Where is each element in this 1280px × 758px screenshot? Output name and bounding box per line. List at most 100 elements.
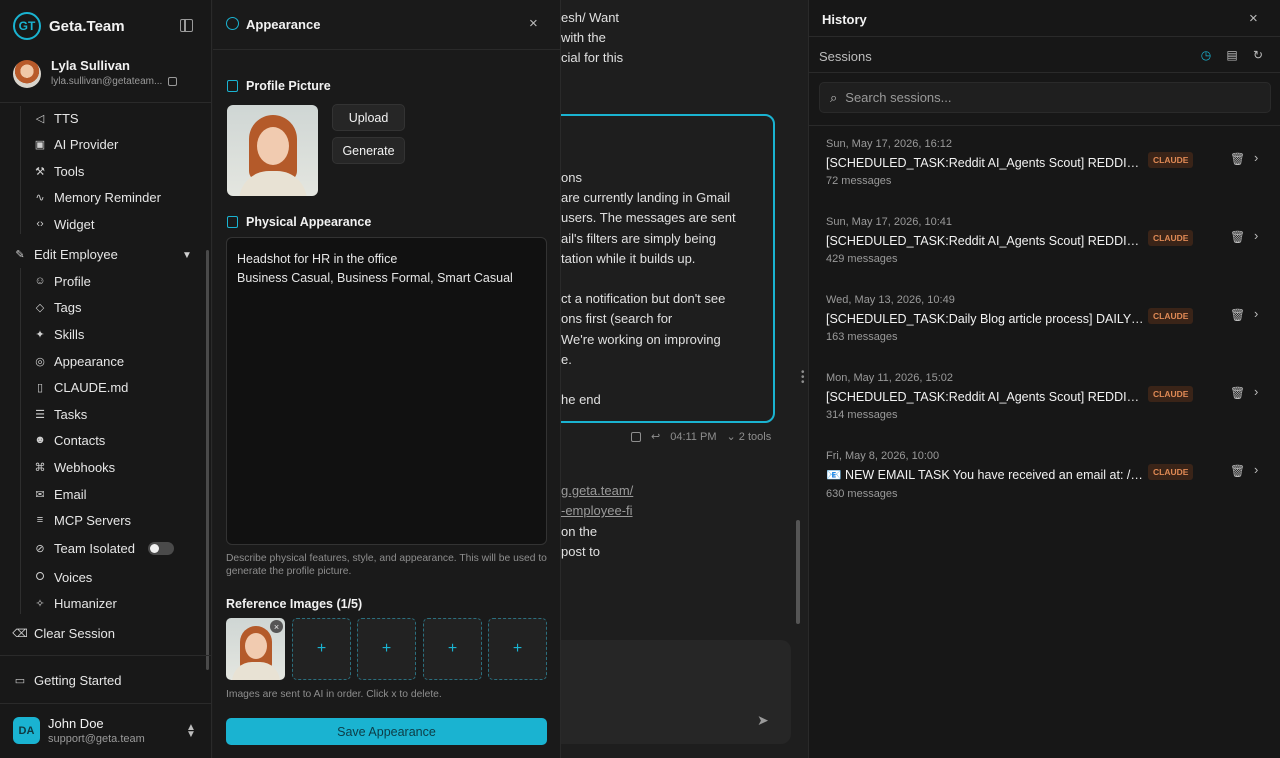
generate-button[interactable]: Generate bbox=[332, 137, 405, 164]
close-icon[interactable]: × bbox=[1249, 10, 1258, 27]
message-bubble bbox=[561, 114, 775, 423]
history-toolbar: ◷ ▤ ↻ bbox=[1199, 48, 1265, 62]
message-link[interactable]: g.geta.team/ bbox=[561, 483, 633, 498]
add-reference-image-slot[interactable]: + bbox=[488, 618, 547, 680]
sidebar-item-team-isolated[interactable]: ⊘ Team Isolated bbox=[34, 538, 135, 558]
physical-appearance-textarea[interactable]: Headshot for HR in the office Business C… bbox=[226, 237, 547, 545]
session-item[interactable]: Wed, May 13, 2026, 10:49 [SCHEDULED_TASK:… bbox=[826, 294, 1266, 354]
message-meta: ↩ 04:11 PM ⌄ 2 tools bbox=[631, 430, 771, 443]
session-item[interactable]: Sun, May 17, 2026, 10:41 [SCHEDULED_TASK:… bbox=[826, 216, 1266, 276]
physical-appearance-heading: Physical Appearance bbox=[246, 215, 372, 229]
sidebar-item-label: Widget bbox=[54, 216, 95, 232]
account-menu[interactable]: DA John Doe support@geta.team bbox=[13, 716, 145, 745]
sidebar-item-label: Tools bbox=[54, 163, 85, 179]
message-text-line: are currently landing in Gmail bbox=[561, 190, 731, 206]
resize-handle-icon[interactable]: • • • bbox=[801, 368, 805, 388]
employee-email-row: lyla.sullivan@getateam... bbox=[51, 76, 178, 87]
refresh-icon[interactable]: ↻ bbox=[1251, 48, 1265, 62]
sidebar-item-ai-provider[interactable]: ▣ AI Provider bbox=[34, 135, 119, 155]
trash-icon[interactable]: 🗑 bbox=[1230, 464, 1245, 478]
sidebar-item-contacts[interactable]: ☻ Contacts bbox=[34, 430, 105, 450]
current-employee-card[interactable]: Lyla Sullivan lyla.sullivan@getateam... bbox=[13, 58, 178, 88]
sidebar-item-skills[interactable]: ✦ Skills bbox=[34, 324, 84, 344]
trash-icon[interactable]: 🗑 bbox=[1230, 152, 1245, 166]
history-title: History bbox=[822, 12, 867, 27]
provider-badge: CLAUDE bbox=[1148, 386, 1194, 402]
clock-icon[interactable]: ◷ bbox=[1199, 48, 1213, 62]
sidebar-item-email[interactable]: ✉ Email bbox=[34, 484, 86, 504]
brand[interactable]: GT Geta.Team bbox=[13, 12, 125, 40]
sidebar-item-profile[interactable]: ☺ Profile bbox=[34, 271, 90, 291]
session-title: [SCHEDULED_TASK:Daily Blog article proce… bbox=[826, 312, 1144, 326]
tools-count: 2 tools bbox=[738, 431, 772, 443]
sidebar-item-clear-session[interactable]: ⌫ Clear Session bbox=[12, 623, 115, 643]
save-appearance-button[interactable]: Save Appearance bbox=[226, 718, 547, 745]
sidebar-item-claude-md[interactable]: ▯ CLAUDE.md bbox=[34, 377, 128, 397]
sidebar-item-mcp-servers[interactable]: ≡ MCP Servers bbox=[34, 510, 131, 530]
chevron-right-icon[interactable]: › bbox=[1254, 462, 1258, 477]
trash-icon[interactable]: 🗑 bbox=[1230, 308, 1245, 322]
chat-scrollbar[interactable] bbox=[796, 520, 800, 624]
session-title: [SCHEDULED_TASK:Reddit AI_Agents Scout] … bbox=[826, 234, 1144, 248]
sidebar-item-label: Edit Employee bbox=[34, 246, 118, 262]
sidebar-item-tts[interactable]: ◁ TTS bbox=[34, 108, 79, 128]
close-icon[interactable]: × bbox=[529, 15, 538, 32]
message-text-line: ons bbox=[561, 170, 582, 185]
provider-badge: CLAUDE bbox=[1148, 230, 1194, 246]
trash-icon[interactable]: 🗑 bbox=[1230, 230, 1245, 244]
sidebar-collapse-icon[interactable] bbox=[180, 19, 193, 32]
sidebar-item-tasks[interactable]: ☰ Tasks bbox=[34, 404, 87, 424]
session-item[interactable]: Sun, May 17, 2026, 16:12 [SCHEDULED_TASK:… bbox=[826, 138, 1266, 198]
sidebar-item-widget[interactable]: ‹› Widget bbox=[34, 214, 94, 234]
sidebar-item-humanizer[interactable]: ✧ Humanizer bbox=[34, 593, 116, 613]
chevron-down-icon[interactable]: ▼ bbox=[182, 250, 192, 261]
reply-icon[interactable]: ↩ bbox=[651, 430, 660, 443]
add-reference-image-slot[interactable]: + bbox=[423, 618, 482, 680]
account-email: support@geta.team bbox=[48, 733, 145, 745]
sidebar-item-appearance[interactable]: ◎ Appearance bbox=[34, 351, 124, 371]
message-text-line: e. bbox=[561, 351, 572, 367]
server-icon: ≡ bbox=[36, 514, 44, 526]
session-item[interactable]: Fri, May 8, 2026, 10:00 📧 NEW EMAIL TASK … bbox=[826, 450, 1266, 510]
chevron-updown-icon[interactable]: ▲ ▼ bbox=[186, 723, 196, 740]
session-search[interactable]: ⌕ bbox=[819, 82, 1271, 113]
session-message-count: 72 messages bbox=[826, 175, 892, 187]
tools-toggle[interactable]: ⌄ 2 tools bbox=[727, 430, 772, 443]
sidebar-item-tools[interactable]: ⚒ Tools bbox=[34, 161, 84, 181]
sidebar-item-memory-reminder[interactable]: ∿ Memory Reminder bbox=[34, 188, 161, 208]
session-item[interactable]: Mon, May 11, 2026, 15:02 [SCHEDULED_TASK:… bbox=[826, 372, 1266, 432]
sidebar-item-edit-employee[interactable]: ✎ Edit Employee bbox=[14, 244, 118, 264]
add-reference-image-slot[interactable]: + bbox=[357, 618, 416, 680]
add-reference-image-slot[interactable]: + bbox=[292, 618, 351, 680]
sidebar-item-tags[interactable]: ◇ Tags bbox=[34, 297, 82, 317]
image-icon bbox=[227, 80, 238, 92]
copy-icon[interactable] bbox=[631, 431, 641, 442]
team-isolated-toggle[interactable] bbox=[148, 542, 174, 555]
copy-icon[interactable] bbox=[168, 77, 178, 86]
chevron-right-icon[interactable]: › bbox=[1254, 384, 1258, 399]
divider bbox=[809, 36, 1280, 37]
sidebar-item-label: Skills bbox=[54, 326, 85, 342]
search-input[interactable] bbox=[845, 90, 1246, 105]
sidebar-item-voices[interactable]: ⭘ Voices bbox=[34, 567, 93, 587]
chevron-right-icon[interactable]: › bbox=[1254, 150, 1258, 165]
trash-icon[interactable]: 🗑 bbox=[1230, 386, 1245, 400]
sidebar-item-webhooks[interactable]: ⌘ Webhooks bbox=[34, 457, 116, 477]
session-date: Fri, May 8, 2026, 10:00 bbox=[826, 450, 940, 462]
brand-logo-icon: GT bbox=[13, 12, 41, 40]
divider bbox=[0, 703, 212, 704]
chevron-right-icon[interactable]: › bbox=[1254, 228, 1258, 243]
sidebar-item-label: Voices bbox=[54, 569, 93, 585]
message-link[interactable]: -employee-fi bbox=[561, 503, 633, 518]
archive-icon[interactable]: ▤ bbox=[1225, 48, 1239, 62]
message-text-line: ons first (search for bbox=[561, 311, 673, 327]
remove-image-icon[interactable]: × bbox=[270, 620, 283, 633]
sidebar-scrollbar[interactable] bbox=[206, 250, 209, 670]
pulse-icon: ∿ bbox=[35, 192, 45, 205]
user-icon: ☺ bbox=[34, 275, 46, 287]
send-icon[interactable]: ➤ bbox=[757, 712, 769, 729]
upload-button[interactable]: Upload bbox=[332, 104, 405, 131]
palette-icon bbox=[226, 17, 239, 30]
sidebar-item-getting-started[interactable]: ▭ Getting Started bbox=[14, 670, 122, 690]
chevron-right-icon[interactable]: › bbox=[1254, 306, 1258, 321]
